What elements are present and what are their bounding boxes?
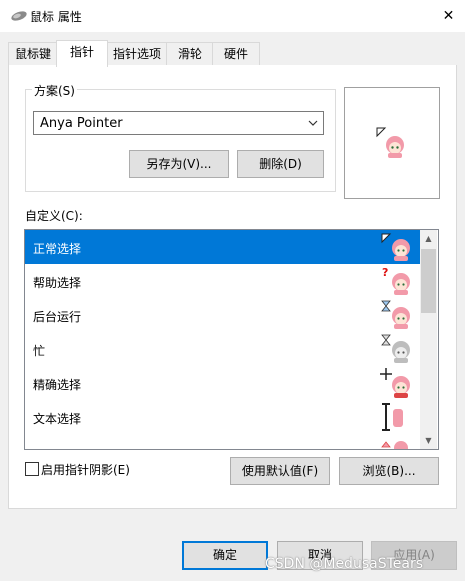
scheme-dropdown[interactable]: Anya Pointer [33, 111, 324, 135]
tab-pointer-options[interactable]: 指针选项 [106, 42, 168, 65]
chevron-down-icon [308, 120, 318, 126]
list-item[interactable]: 文本选择 [25, 400, 420, 434]
cursor-preview [344, 87, 440, 199]
anya-cursor-preview-icon [376, 127, 404, 158]
text-select-icon [382, 403, 403, 431]
cursor-list[interactable]: 正常选择 帮助选择 ? 后台运行 忙 精确选择 文本选择 ▲ ▼ [24, 229, 439, 450]
list-item-label: 帮助选择 [33, 276, 82, 290]
save-as-button[interactable]: 另存为(V)... [129, 150, 229, 178]
custom-label: 自定义(C): [25, 209, 83, 223]
busy-icon [381, 334, 410, 363]
tab-wheel[interactable]: 滑轮 [166, 42, 214, 65]
mouse-icon [11, 11, 27, 21]
list-item[interactable]: 正常选择 [25, 230, 420, 264]
scroll-thumb[interactable] [421, 249, 436, 313]
ok-button[interactable]: 确定 [182, 541, 268, 570]
browse-button[interactable]: 浏览(B)... [339, 457, 439, 485]
list-item-label: 后台运行 [33, 310, 82, 324]
help-pointer-icon: ? [382, 266, 410, 295]
tab-pointers[interactable]: 指针 [56, 40, 108, 67]
window-title: 鼠标 属性 [30, 10, 82, 24]
svg-text:?: ? [382, 266, 388, 279]
next-cursor-partial-icon [381, 441, 408, 449]
scroll-up-arrow-icon[interactable]: ▲ [420, 230, 437, 247]
list-item-label: 正常选择 [33, 242, 82, 256]
shadow-checkbox[interactable] [25, 462, 39, 476]
delete-button[interactable]: 删除(D) [237, 150, 324, 178]
arrow-pointer-icon [381, 233, 410, 261]
list-scrollbar[interactable]: ▲ ▼ [420, 230, 437, 449]
scheme-label: 方案(S) [32, 82, 77, 99]
list-item[interactable]: 精确选择 [25, 366, 420, 400]
scroll-down-arrow-icon[interactable]: ▼ [420, 432, 437, 449]
precision-select-icon [380, 368, 410, 398]
tab-mouse-buttons[interactable]: 鼠标键 [8, 42, 58, 65]
list-item-label: 忙 [33, 344, 46, 358]
close-button[interactable]: ✕ [432, 0, 465, 32]
list-item[interactable]: 忙 [25, 332, 420, 366]
list-item-label: 精确选择 [33, 378, 82, 392]
shadow-checkbox-label[interactable]: 启用指针阴影(E) [41, 461, 130, 478]
tab-hardware[interactable]: 硬件 [212, 42, 260, 65]
list-item[interactable]: 后台运行 [25, 298, 420, 332]
watermark: CSDN @MedusaSTears [265, 556, 423, 572]
scheme-selected-value: Anya Pointer [40, 116, 123, 131]
working-in-background-icon [381, 300, 410, 329]
list-item[interactable]: 帮助选择 ? [25, 264, 420, 298]
list-item-label: 文本选择 [33, 412, 82, 426]
use-default-button[interactable]: 使用默认值(F) [230, 457, 330, 485]
